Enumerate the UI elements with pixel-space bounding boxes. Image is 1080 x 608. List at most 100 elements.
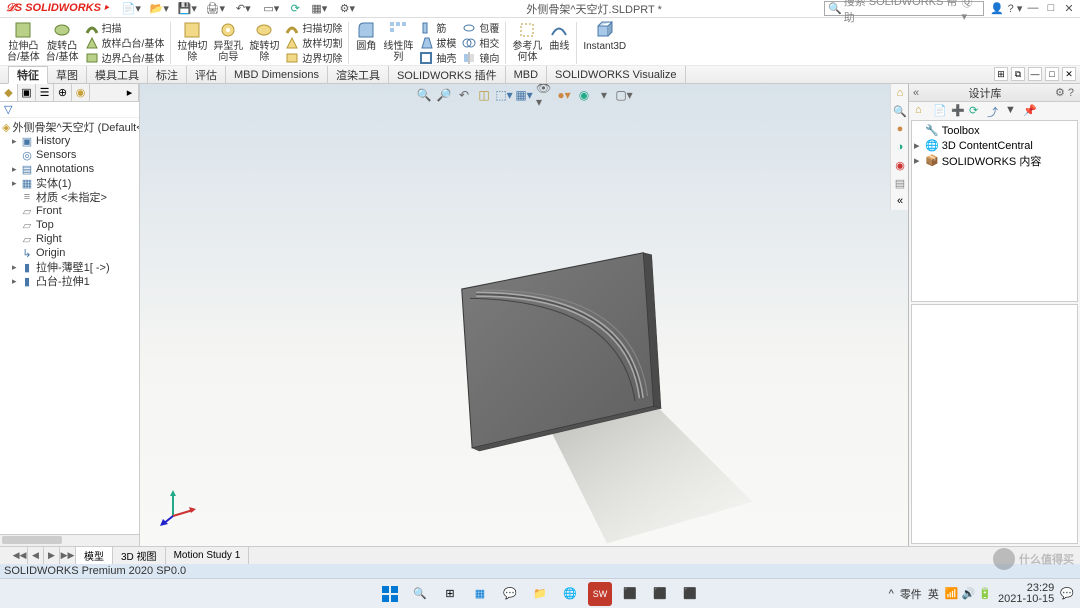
mirror-button[interactable]: 镜向	[459, 50, 502, 65]
btab-prev-icon[interactable]: ◀	[28, 547, 44, 564]
taskpane-gear-icon[interactable]: ⚙ ?	[1055, 86, 1074, 99]
loft-button[interactable]: 放样凸台/基体	[82, 35, 168, 50]
tree-history[interactable]: ▸▣History	[0, 134, 139, 148]
tp-filter-icon[interactable]: ▼	[1005, 104, 1019, 118]
tp-item-3dcc[interactable]: ▸🌐3D ContentCentral	[914, 138, 1075, 153]
btab-motion[interactable]: Motion Study 1	[166, 547, 250, 564]
loft-cut-button[interactable]: 放样切割	[282, 35, 345, 50]
tab-mold-tools[interactable]: 模具工具	[87, 66, 148, 83]
vt-appearance-icon[interactable]: ●	[891, 120, 908, 138]
rebuild-icon[interactable]: ⟳	[286, 1, 304, 17]
draft-button[interactable]: 拔模	[416, 35, 459, 50]
tray-ime[interactable]: 英	[928, 586, 939, 602]
filter-row[interactable]: ▽	[0, 102, 139, 118]
app-green-button[interactable]: ⬛	[618, 582, 642, 606]
tree-material[interactable]: ≡材质 <未指定>	[0, 190, 139, 204]
chat-button[interactable]: 💬	[498, 582, 522, 606]
wrap-button[interactable]: 包覆	[459, 20, 502, 35]
tp-pin-icon[interactable]: 📌	[1023, 104, 1037, 118]
tree-plane-top[interactable]: ▱Top	[0, 218, 139, 232]
taskview-button[interactable]: ⊞	[438, 582, 462, 606]
vt-chevron-icon[interactable]: «	[891, 192, 908, 210]
tray-chevron-icon[interactable]: ^	[889, 588, 894, 600]
revolve-cut-button[interactable]: 旋转切 除	[246, 20, 282, 63]
options-icon[interactable]: ▦▾	[306, 1, 332, 17]
fillet-button[interactable]: 圆角	[352, 20, 380, 52]
taskpane-back-icon[interactable]: «	[913, 87, 919, 99]
sweep-button[interactable]: 扫描	[82, 20, 168, 35]
fm-tab-config-icon[interactable]: ☰	[36, 84, 54, 101]
start-button[interactable]	[378, 582, 402, 606]
doc-maximize-icon[interactable]: □	[1045, 67, 1059, 81]
undo-icon[interactable]: ↶▾	[230, 1, 256, 17]
doc-minimize-icon[interactable]: —	[1028, 67, 1042, 81]
vt-custom-icon[interactable]: ▤	[891, 174, 908, 192]
tp-add-icon[interactable]: ➕	[951, 104, 965, 118]
viewport[interactable]: 🔍 🔎 ↶ ◫ ⬚▾ ▦▾ 👁▾ ●▾ ◉ ▾ ▢▾	[140, 84, 908, 546]
tree-feature-1[interactable]: ▸▮拉伸-薄壁1[ ->)	[0, 260, 139, 274]
btab-first-icon[interactable]: ◀◀	[12, 547, 28, 564]
fm-tab-display-icon[interactable]: ◉	[72, 84, 90, 101]
fm-scrollbar[interactable]	[0, 534, 139, 546]
vt-scene-icon[interactable]: ◉	[891, 156, 908, 174]
doc-tile-icon[interactable]: ⊞	[994, 67, 1008, 81]
tp-refresh-icon[interactable]: ⟳	[969, 104, 983, 118]
shell-button[interactable]: 抽壳	[416, 50, 459, 65]
tab-features[interactable]: 特征	[8, 66, 48, 84]
tab-sketch[interactable]: 草图	[48, 66, 87, 83]
tree-sensors[interactable]: ◎Sensors	[0, 148, 139, 162]
curves-button[interactable]: 曲线	[545, 20, 573, 52]
btab-3dview[interactable]: 3D 视图	[113, 547, 166, 564]
tree-annotations[interactable]: ▸▤Annotations	[0, 162, 139, 176]
revolve-boss-button[interactable]: 旋转凸 台/基体	[43, 20, 82, 63]
tab-evaluate[interactable]: 评估	[187, 66, 226, 83]
rib-button[interactable]: 筋	[416, 20, 459, 35]
tree-root[interactable]: ◈外侧骨架^天空灯 (Default<<Default>	[0, 120, 139, 134]
fm-tab-expand-icon[interactable]: ▸	[121, 84, 139, 101]
doc-cascade-icon[interactable]: ⧉	[1011, 67, 1025, 81]
tp-upload-icon[interactable]: ⤴	[987, 104, 1001, 118]
tray-clock[interactable]: 23:292021-10-15	[998, 583, 1054, 605]
tree-feature-2[interactable]: ▸▮凸台-拉伸1	[0, 274, 139, 288]
btab-next-icon[interactable]: ▶	[44, 547, 60, 564]
tp-home-icon[interactable]: ⌂	[915, 104, 929, 118]
linear-pattern-button[interactable]: 线性阵 列	[380, 20, 416, 63]
explorer-button[interactable]: 📁	[528, 582, 552, 606]
tree-solid-bodies[interactable]: ▸▦实体(1)	[0, 176, 139, 190]
view-triad[interactable]	[158, 486, 198, 526]
fm-tab-dimxpert-icon[interactable]: ⊕	[54, 84, 72, 101]
help-icon[interactable]: ? ▾	[1006, 2, 1024, 15]
tp-item-sw-content[interactable]: ▸📦SOLIDWORKS 内容	[914, 153, 1075, 168]
tray-notify-icon[interactable]: 💬	[1060, 587, 1074, 600]
tree-plane-right[interactable]: ▱Right	[0, 232, 139, 246]
new-document-icon[interactable]: 📄▾	[118, 1, 144, 17]
extrude-boss-button[interactable]: 拉伸凸 台/基体	[4, 20, 43, 63]
tp-item-toolbox[interactable]: 🔧Toolbox	[914, 123, 1075, 138]
tab-sw-addins[interactable]: SOLIDWORKS 插件	[389, 66, 506, 83]
settings-icon[interactable]: ⚙▾	[334, 1, 360, 17]
widgets-button[interactable]: ▦	[468, 582, 492, 606]
vt-zoom-icon[interactable]: 🔍	[891, 102, 908, 120]
intersect-button[interactable]: 相交	[459, 35, 502, 50]
sweep-cut-button[interactable]: 扫描切除	[282, 20, 345, 35]
boundary-button[interactable]: 边界凸台/基体	[82, 50, 168, 65]
hole-wizard-button[interactable]: 异型孔 向导	[210, 20, 246, 63]
tp-new-icon[interactable]: 📄	[933, 104, 947, 118]
save-icon[interactable]: 💾▾	[174, 1, 200, 17]
search-button[interactable]: 🔍	[408, 582, 432, 606]
tray-network-icon[interactable]: 📶 🔊 🔋	[945, 587, 992, 600]
instant3d-button[interactable]: Instant3D	[580, 20, 629, 52]
vt-home-icon[interactable]: ⌂	[891, 84, 908, 102]
fm-tab-property-icon[interactable]: ▣	[18, 84, 36, 101]
btab-last-icon[interactable]: ▶▶	[60, 547, 76, 564]
fm-tab-tree-icon[interactable]: ◆	[0, 84, 18, 101]
close-button[interactable]: ✕	[1060, 2, 1078, 15]
tab-mbd[interactable]: MBD	[506, 66, 547, 83]
doc-close-icon[interactable]: ✕	[1062, 67, 1076, 81]
select-icon[interactable]: ▭▾	[258, 1, 284, 17]
app-purple-button[interactable]: ⬛	[648, 582, 672, 606]
vt-decal-icon[interactable]: ◑	[891, 138, 908, 156]
tab-render-tools[interactable]: 渲染工具	[328, 66, 389, 83]
minimize-button[interactable]: —	[1024, 2, 1042, 15]
tab-mbd-dimensions[interactable]: MBD Dimensions	[226, 66, 328, 83]
